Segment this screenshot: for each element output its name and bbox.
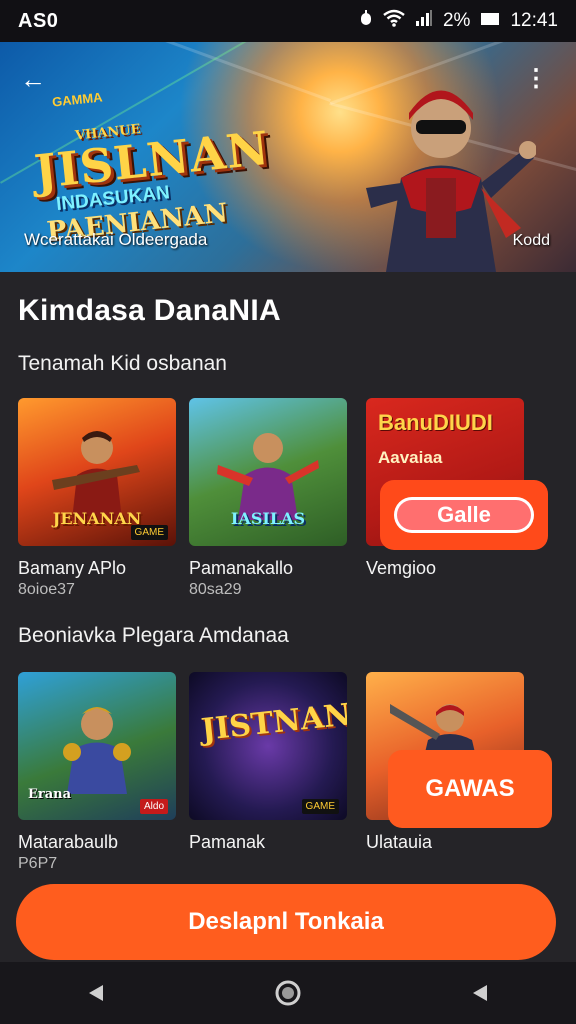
card-title: Pamanak	[189, 832, 266, 852]
character-figure	[52, 431, 140, 520]
card-title: Matarabaulb	[18, 832, 119, 852]
card-subtitle: 8oioe37	[18, 581, 75, 598]
card-row-1: JENANAN GAME Bamany APlo 8oioe37 IASILAS…	[18, 398, 558, 608]
game-thumbnail[interactable]: IASILAS	[189, 398, 347, 546]
recents-triangle-icon	[473, 985, 487, 1001]
card-title: Vemgioo	[366, 558, 437, 578]
thumb-badge: Aldo	[139, 799, 168, 814]
home-circle-icon	[275, 980, 301, 1006]
thumb-title: IASILAS	[230, 509, 306, 528]
back-triangle-icon	[89, 985, 103, 1001]
card-title: Ulatauia	[366, 832, 433, 852]
card-title: Bamany APlo	[18, 558, 127, 578]
nav-home-button[interactable]	[268, 973, 308, 1013]
primary-cta-button[interactable]: Deslapnl Tonkaia	[16, 884, 556, 960]
battery-percent: 2%	[442, 10, 471, 31]
hero-banner[interactable]: ← GAMMA ⋮ VHANUE JISLNAN INDASUKAN PAENI…	[0, 42, 576, 272]
wifi-icon	[383, 9, 405, 33]
system-nav-bar	[0, 962, 576, 1024]
promo-subtitle: Aavaiaa	[378, 448, 443, 467]
more-options-icon[interactable]: ⋮	[524, 64, 548, 93]
game-thumbnail[interactable]: JENANAN GAME	[18, 398, 176, 546]
game-pill-button[interactable]: Galle	[394, 497, 534, 533]
thumb-badge: GAME	[301, 799, 339, 814]
nav-back-button[interactable]	[76, 973, 116, 1013]
card-subtitle: P6P7	[18, 855, 58, 872]
game-card[interactable]: IASILAS Pamanakallo 80sa29	[189, 398, 347, 599]
banner-small-logo: GAMMA	[51, 89, 104, 110]
banner-caption-right[interactable]: Kodd	[513, 232, 550, 250]
section-title-2: Beoniavka Plegara Amdanaa	[18, 624, 289, 647]
banner-caption: Wcerattakai Oldeergada	[24, 230, 208, 249]
page-title: Kimdasa DanaNIA	[18, 294, 281, 327]
battery-icon	[480, 10, 500, 32]
hero-character	[366, 90, 536, 272]
game-logo: VHANUE JISLNAN INDASUKAN PAENIANAN	[31, 107, 292, 248]
game-card[interactable]: Erana Aldo Matarabaulb P6P7	[18, 672, 176, 873]
status-icons: 2% 12:41	[359, 9, 558, 33]
thumb-badge: GAME	[130, 525, 168, 540]
status-carrier: AS0	[18, 9, 59, 32]
character-figure	[217, 433, 319, 520]
card-row-2: Erana Aldo Matarabaulb P6P7 JISTNAN GAME…	[18, 672, 558, 882]
status-bar: AS0 2% 12:41	[0, 0, 576, 42]
thumb-logo: JISTNAN	[199, 697, 347, 748]
status-time: 12:41	[510, 10, 558, 31]
section-title-1: Tenamah Kid osbanan	[18, 352, 227, 375]
game-card[interactable]: JENANAN GAME Bamany APlo 8oioe37	[18, 398, 176, 599]
game-thumbnail[interactable]: Erana Aldo	[18, 672, 176, 820]
alarm-icon	[359, 9, 373, 33]
nav-recents-button[interactable]	[460, 973, 500, 1013]
game-card[interactable]: JISTNAN GAME Pamanak	[189, 672, 347, 853]
back-arrow-icon[interactable]: ←	[20, 64, 46, 95]
play-overlay-button[interactable]: Galle	[380, 480, 548, 550]
signal-icon	[415, 9, 433, 33]
card-title: Pamanakallo	[189, 558, 294, 578]
card-subtitle: 80sa29	[189, 581, 242, 598]
gawas-button[interactable]: GAWAS	[388, 750, 552, 828]
promo-title: BanuDIUDI	[378, 410, 493, 435]
game-thumbnail[interactable]: JISTNAN GAME	[189, 672, 347, 820]
main-content: Kimdasa DanaNIA Tenamah Kid osbanan JENA…	[0, 272, 576, 962]
character-figure	[63, 707, 131, 794]
